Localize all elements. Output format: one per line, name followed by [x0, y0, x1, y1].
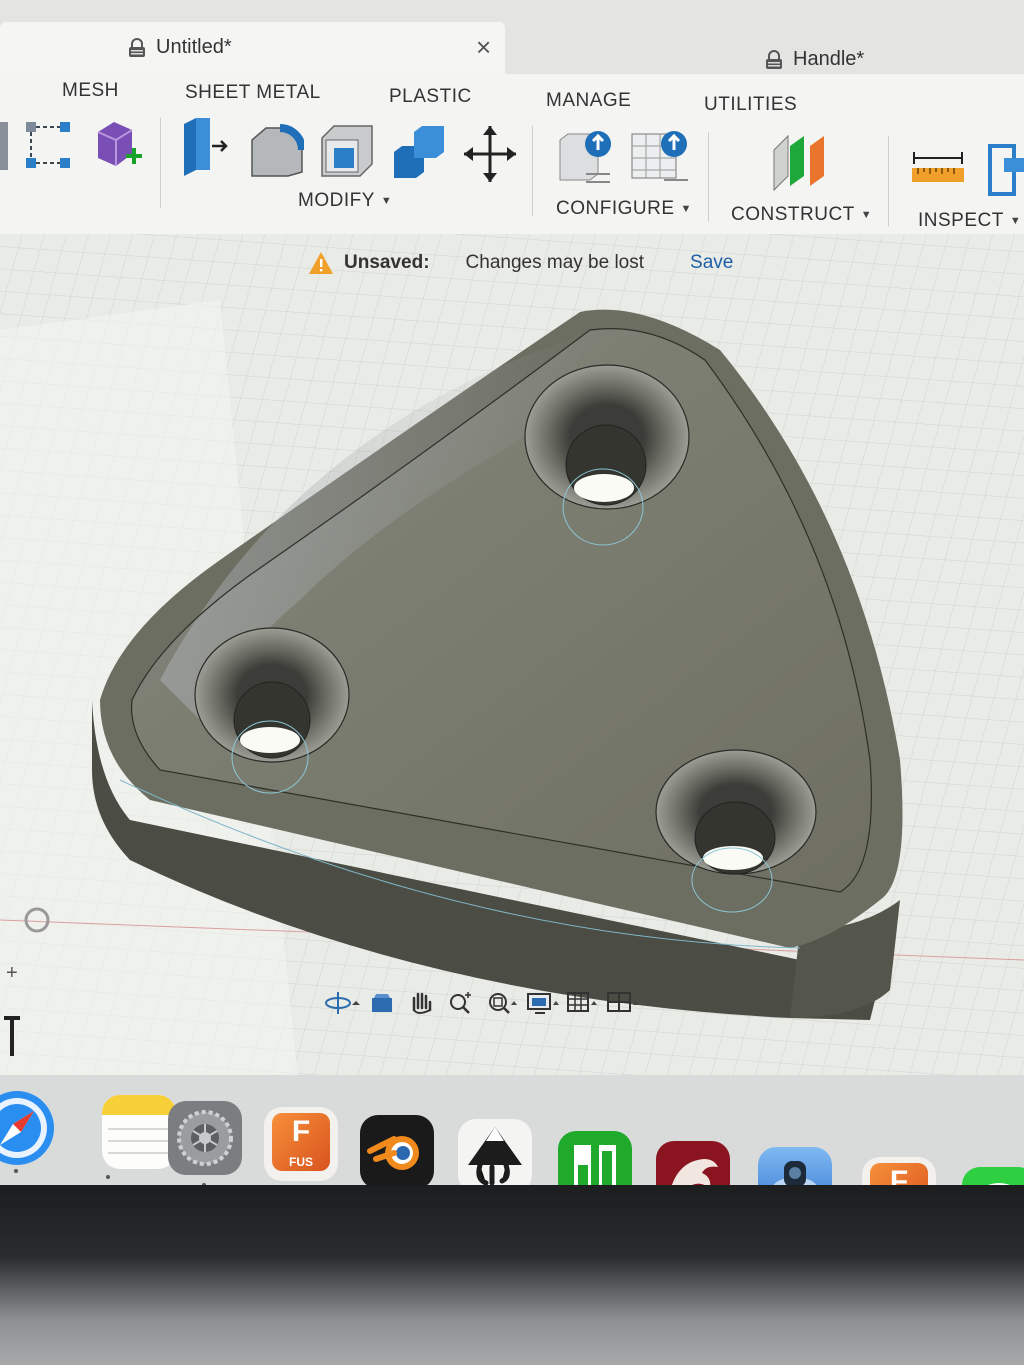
system-settings-icon[interactable]	[168, 1101, 242, 1175]
configure-dropdown[interactable]: CONFIGURE ▼	[556, 198, 692, 220]
pan-hand-icon[interactable]	[402, 988, 442, 1018]
move-icon[interactable]	[462, 124, 518, 184]
modify-dropdown-label: MODIFY	[298, 190, 375, 211]
fusion-tile-letter: F	[291, 1115, 311, 1148]
configure-table-icon[interactable]	[630, 130, 692, 192]
create-form-icon[interactable]	[92, 118, 146, 174]
design-canvas[interactable]	[0, 234, 1024, 1100]
chevron-down-icon: ▼	[380, 195, 393, 207]
tab-utilities[interactable]: UTILITIES	[704, 94, 797, 116]
warning-icon	[309, 252, 333, 274]
close-tab-icon[interactable]: ×	[476, 32, 491, 63]
fit-view-icon[interactable]	[482, 988, 522, 1018]
tab-untitled[interactable]: Untitled* ×	[0, 22, 505, 74]
look-at-icon[interactable]	[362, 988, 402, 1018]
expand-plus-icon[interactable]: +	[6, 962, 18, 985]
chevron-down-icon: ▼	[860, 209, 873, 221]
tab-manage[interactable]: MANAGE	[546, 90, 631, 112]
running-indicator	[14, 1169, 18, 1173]
zoom-icon[interactable]	[442, 988, 482, 1018]
sketch-dimension-icon[interactable]	[24, 120, 72, 170]
tab-handle-label: Handle*	[793, 48, 865, 70]
interference-icon[interactable]	[986, 140, 1024, 200]
document-tab-strip: Untitled* × Handle*	[0, 0, 1024, 80]
viewports-icon[interactable]	[602, 988, 642, 1018]
measure-icon[interactable]	[910, 148, 966, 188]
construct-plane-icon[interactable]	[770, 132, 832, 194]
combine-icon[interactable]	[390, 124, 448, 182]
toolbar-separator	[532, 126, 533, 216]
shell-icon[interactable]	[318, 122, 376, 180]
tab-handle[interactable]: Handle*	[765, 48, 864, 71]
inkscape-icon[interactable]	[458, 1119, 532, 1193]
grid-settings-icon[interactable]	[562, 988, 602, 1018]
toolbar-separator	[708, 132, 709, 222]
inspect-dropdown[interactable]: INSPECT ▼	[918, 210, 1021, 232]
chevron-down-icon: ▼	[680, 203, 692, 215]
toolbar-separator	[888, 136, 889, 226]
blender-icon[interactable]	[360, 1115, 434, 1189]
orbit-icon[interactable]	[322, 988, 362, 1018]
press-pull-icon[interactable]	[178, 116, 232, 178]
fusion-tile-caption: FUS	[289, 1155, 313, 1169]
toolbar-separator	[160, 118, 161, 208]
navigation-bar	[322, 982, 680, 1024]
notes-icon[interactable]	[102, 1095, 176, 1169]
chevron-down-icon: ▼	[1009, 215, 1022, 227]
construct-dropdown-label: CONSTRUCT	[731, 204, 855, 225]
unsaved-message: Changes may be lost	[465, 252, 645, 273]
modify-dropdown[interactable]: MODIFY ▼	[298, 190, 392, 212]
fusion-window: Untitled* × Handle* MESH SHEET METAL PLA…	[0, 0, 1024, 1200]
tab-plastic[interactable]: PLASTIC	[389, 86, 472, 108]
fusion-360-icon[interactable]: F FUS	[264, 1107, 338, 1181]
lock-icon	[129, 37, 145, 57]
partial-tool-icon[interactable]	[0, 118, 12, 174]
configure-parameters-icon[interactable]	[556, 130, 618, 192]
display-settings-icon[interactable]	[522, 988, 562, 1018]
construct-dropdown[interactable]: CONSTRUCT ▼	[731, 204, 872, 226]
fillet-icon[interactable]	[248, 120, 304, 178]
macos-dock: F FUS F FUS	[0, 1075, 1024, 1200]
inspect-dropdown-label: INSPECT	[918, 210, 1004, 231]
save-link[interactable]: Save	[690, 252, 733, 274]
unsaved-title: Unsaved:	[344, 252, 430, 273]
tab-mesh[interactable]: MESH	[62, 80, 119, 102]
lock-icon	[766, 49, 782, 69]
ribbon-toolbar: MESH SHEET METAL PLASTIC MANAGE UTILITIE…	[0, 74, 1024, 234]
running-indicator	[106, 1175, 110, 1179]
tab-untitled-label: Untitled*	[156, 36, 232, 58]
tab-sheet-metal[interactable]: SHEET METAL	[185, 82, 321, 104]
safari-icon[interactable]	[0, 1091, 54, 1165]
monitor-bezel	[0, 1185, 1024, 1365]
unsaved-banner: Unsaved: Changes may be lost Save	[300, 234, 770, 292]
configure-dropdown-label: CONFIGURE	[556, 198, 675, 219]
